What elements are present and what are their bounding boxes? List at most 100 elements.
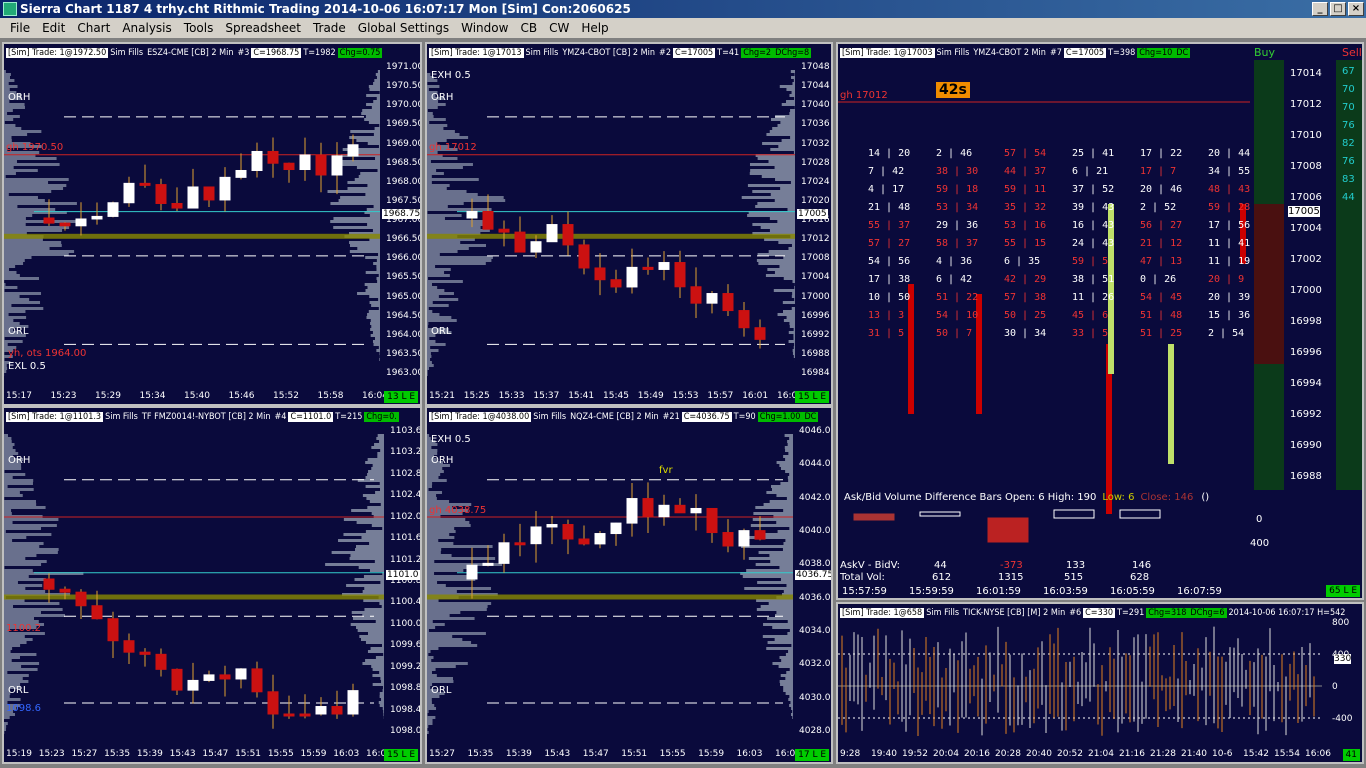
volume-profile-bar xyxy=(4,671,8,674)
x-tick-label: 15:23 xyxy=(38,749,65,759)
volume-profile-bar xyxy=(333,226,380,229)
volume-profile-bar xyxy=(785,653,793,656)
level-label-exh: EXH 0.5 xyxy=(431,69,471,81)
footprint-cell: 24 | 43 xyxy=(1072,238,1114,249)
volume-profile-bar xyxy=(770,193,795,196)
x-tick-label: 15:52 xyxy=(273,391,299,401)
footprint-cell: 4 | 36 xyxy=(936,256,972,267)
volume-profile-bar xyxy=(4,506,46,509)
volume-profile-bar xyxy=(427,325,429,328)
volume-profile-bar xyxy=(791,244,795,247)
volume-profile-bar xyxy=(369,295,380,298)
maximize-button[interactable]: □ xyxy=(1330,2,1346,16)
volume-profile-bar xyxy=(765,274,795,277)
candle-down xyxy=(283,162,295,171)
volume-profile-bar xyxy=(427,485,432,488)
volume-profile-bar xyxy=(427,638,463,641)
menu-spreadsheet[interactable]: Spreadsheet xyxy=(219,18,307,38)
volume-profile-bar xyxy=(378,298,380,301)
volume-profile-bar xyxy=(776,521,793,524)
volume-profile-bar xyxy=(785,539,793,542)
menu-cw[interactable]: CW xyxy=(543,18,575,38)
close-value: C=4036.75 xyxy=(681,412,732,422)
close-button[interactable]: × xyxy=(1348,2,1364,16)
y-tick-label: -400 xyxy=(1332,714,1353,724)
chart-header[interactable]: [Sim] Trade: 1@4038.00 Sim Fills NQZ4-CME … xyxy=(429,410,819,424)
volume-profile-bar xyxy=(777,124,795,127)
volume-profile-bar xyxy=(371,512,384,515)
chart-es[interactable]: 1971.00 1970.50 1970.00 1969.50 1969.00 1968.… xyxy=(2,42,422,406)
volume-profile-bar xyxy=(427,650,431,653)
chart-tf[interactable]: 1103.6 1103.2 1102.8 1102.4 1102.0 1101.6 1101… xyxy=(2,406,422,764)
volume-profile-bar xyxy=(427,313,440,316)
chart-header[interactable]: [Sim] Trade: 1@1972.50 Sim Fills ESZ4-CME … xyxy=(6,46,383,60)
volume-profile-bar xyxy=(794,97,795,100)
y-tick-label: 1964.00 xyxy=(386,329,422,340)
menu-global-settings[interactable]: Global Settings xyxy=(352,18,455,38)
volume-profile-bar xyxy=(368,470,384,473)
chart-ym[interactable]: 17048 17044 17040 17036 17032 17028 17024 17020… xyxy=(425,42,833,406)
fills-label: Sim Fills xyxy=(105,412,138,422)
value-area-band xyxy=(4,233,380,239)
minimize-button[interactable]: _ xyxy=(1312,2,1328,16)
sell-quantity: 83 xyxy=(1342,174,1355,185)
footprint-cell: 6 | 21 xyxy=(1072,166,1108,177)
chart-dom[interactable]: [Sim] Trade: 1@17003 Sim Fills YMZ4-CBOT 2… xyxy=(836,42,1364,600)
menu-cb[interactable]: CB xyxy=(514,18,543,38)
volume-profile-bar xyxy=(354,178,380,181)
symbol-label: NQZ4-CME [CB] 2 Min xyxy=(570,412,659,422)
volume-profile-bar xyxy=(4,118,14,121)
chart-nq[interactable]: 4046.00 4044.00 4042.00 4040.00 4038.00 4036.… xyxy=(425,406,833,764)
level-label-orh: ORH xyxy=(8,455,31,467)
volume-profile-bar xyxy=(779,680,793,683)
candle-down xyxy=(139,651,151,655)
volume-profile-bar xyxy=(374,127,380,130)
footprint-cell: 55 | 37 xyxy=(868,220,910,231)
volume-profile-bar xyxy=(781,139,795,142)
menu-chart[interactable]: Chart xyxy=(71,18,116,38)
volume-profile-bar xyxy=(782,548,793,551)
volume-profile-bar xyxy=(427,569,464,572)
volume-profile-bar xyxy=(752,223,795,226)
volume-profile-bar xyxy=(427,355,432,358)
volume-profile-bar xyxy=(427,629,429,632)
askbid-value: 146 xyxy=(1132,560,1152,571)
askbid-label: AskV - BidV: xyxy=(840,560,901,571)
volume-profile-bar xyxy=(779,85,795,88)
volume-profile-bar xyxy=(380,449,384,452)
candle-up xyxy=(530,241,542,253)
value-area-band xyxy=(427,594,793,600)
volume-profile-bar xyxy=(382,644,384,647)
volume-profile-bar xyxy=(376,259,380,262)
menu-trade[interactable]: Trade xyxy=(307,18,352,38)
volume-profile-bar xyxy=(788,698,793,701)
volume-profile-bar xyxy=(747,184,795,187)
menu-file[interactable]: File xyxy=(4,18,36,38)
menu-edit[interactable]: Edit xyxy=(36,18,71,38)
volume-profile-bar xyxy=(785,449,793,452)
volume-profile-bar xyxy=(4,196,38,199)
candle-up xyxy=(482,562,494,566)
volume-profile-bar xyxy=(4,527,42,530)
volume-profile-bar xyxy=(792,710,793,713)
menu-analysis[interactable]: Analysis xyxy=(116,18,177,38)
chart-header[interactable]: [Sim] Trade: 1@17013 Sim Fills YMZ4-CBOT [… xyxy=(429,46,812,60)
menu-window[interactable]: Window xyxy=(455,18,514,38)
volume-profile-bar xyxy=(377,70,380,73)
footprint-cell: 10 | 50 xyxy=(868,292,910,303)
chart-header[interactable]: [Sim] Trade: 1@1101.3 Sim Fills TF FMZ0014… xyxy=(6,410,399,424)
menu-tools[interactable]: Tools xyxy=(178,18,220,38)
volume-profile-bar xyxy=(427,229,490,232)
volume-profile-bar xyxy=(363,575,384,578)
volume-profile-bar xyxy=(755,506,793,509)
volume-profile-bar xyxy=(769,130,795,133)
x-tick-label: 15:34 xyxy=(139,391,166,401)
y-tick-label: 16998 xyxy=(1290,316,1322,327)
volume-profile-bar xyxy=(427,214,462,217)
volume-profile-bar xyxy=(791,644,793,647)
chart-tick[interactable]: [Sim] Trade: 1@658 Sim Fills TICK-NYSE [CB… xyxy=(836,602,1364,764)
menu-help[interactable]: Help xyxy=(575,18,614,38)
volume-profile-bar xyxy=(427,244,487,247)
y-tick-label: 17010 xyxy=(1290,130,1322,141)
volume-profile-bar xyxy=(427,253,440,256)
